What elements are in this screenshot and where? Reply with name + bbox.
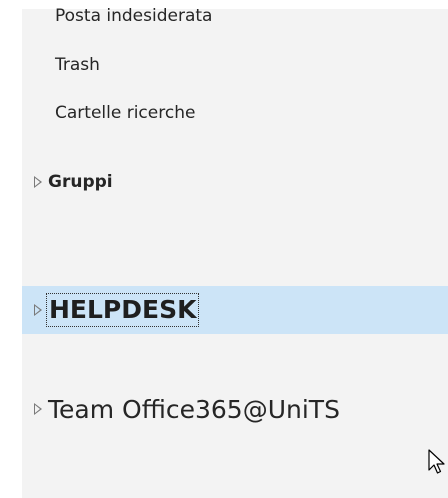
expand-triangle-icon[interactable] — [34, 176, 42, 188]
mouse-pointer-icon — [428, 449, 445, 474]
folder-pane: Posta indesiderata Trash Cartelle ricerc… — [22, 0, 448, 498]
folder-label: Cartelle ricerche — [55, 103, 196, 123]
mailbox-helpdesk-label: HELPDESK — [45, 293, 200, 327]
mailbox-team-label: Team Office365@UniTS — [48, 394, 340, 424]
group-gruppi[interactable]: Gruppi — [22, 170, 448, 194]
expand-triangle-icon[interactable] — [34, 403, 42, 415]
group-gruppi-label: Gruppi — [48, 172, 113, 192]
folder-posta-indesiderata[interactable]: Posta indesiderata — [55, 5, 212, 27]
mailbox-helpdesk[interactable]: HELPDESK — [22, 286, 448, 334]
folder-cartelle-ricerche[interactable]: Cartelle ricerche — [55, 102, 195, 124]
folder-trash[interactable]: Trash — [55, 54, 100, 76]
folder-label: Trash — [55, 55, 100, 75]
expand-triangle-icon[interactable] — [34, 304, 42, 316]
folder-label: Posta indesiderata — [55, 6, 213, 26]
mailbox-team-office365[interactable]: Team Office365@UniTS — [22, 392, 448, 426]
